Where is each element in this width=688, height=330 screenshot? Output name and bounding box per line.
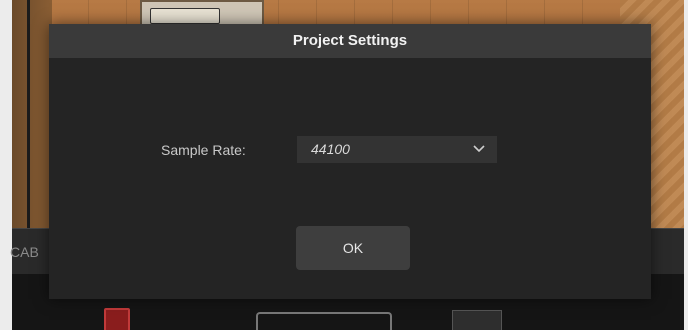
wood-panel: [12, 0, 52, 228]
project-settings-dialog: Project Settings Sample Rate: 44100 OK: [49, 24, 651, 299]
mic-stand: [27, 0, 30, 228]
right-edge: [684, 0, 688, 330]
sample-rate-value: 44100: [311, 141, 350, 157]
left-edge: [0, 0, 12, 330]
pedal-amp[interactable]: [256, 312, 392, 330]
dialog-header: Project Settings: [49, 24, 651, 58]
pedal-cab[interactable]: [452, 310, 502, 330]
amp-logo: [150, 8, 220, 24]
sample-rate-select[interactable]: 44100: [297, 136, 497, 163]
sample-rate-label: Sample Rate:: [161, 142, 246, 158]
ok-button[interactable]: OK: [296, 226, 410, 270]
dialog-title: Project Settings: [292, 32, 408, 49]
rack-label: CAB: [10, 244, 39, 260]
chevron-down-icon: [473, 145, 485, 153]
pedal-red[interactable]: [104, 308, 130, 330]
